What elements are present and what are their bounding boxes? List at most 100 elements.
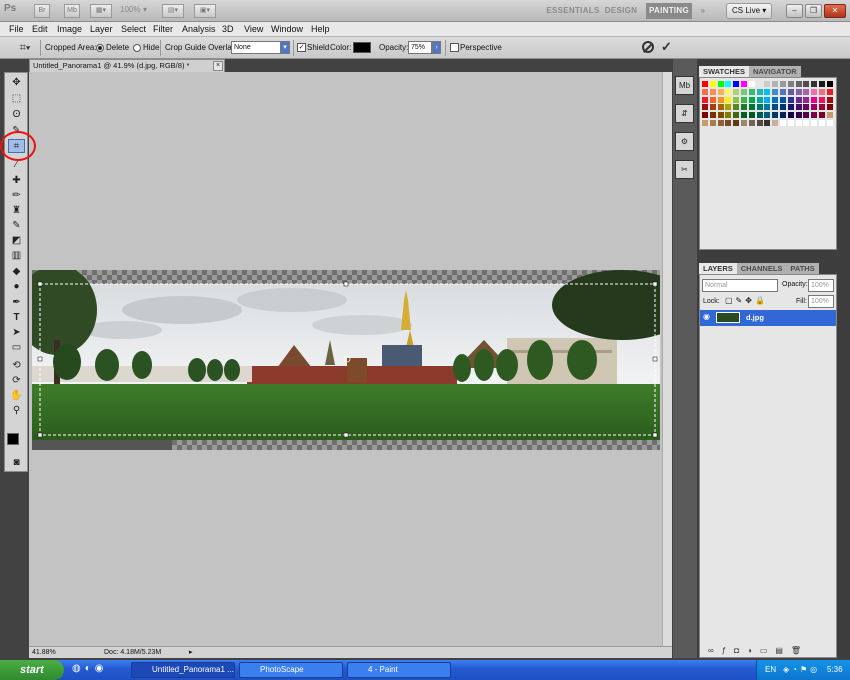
menu-filter[interactable]: Filter xyxy=(153,23,173,36)
color-swatch[interactable] xyxy=(725,112,732,119)
workspace-painting[interactable]: PAINTING xyxy=(646,3,692,19)
color-swatch[interactable] xyxy=(709,120,716,126)
shield-color-swatch[interactable] xyxy=(353,42,371,53)
tab-paths[interactable]: PATHS xyxy=(786,263,819,274)
color-swatch[interactable] xyxy=(803,120,810,126)
language-indicator[interactable]: EN xyxy=(765,660,776,680)
color-swatch[interactable] xyxy=(787,112,794,119)
color-swatch[interactable] xyxy=(733,112,740,119)
workspace-design[interactable]: DESIGN xyxy=(604,3,638,19)
color-swatch[interactable] xyxy=(819,96,825,103)
quick-launch-icons[interactable]: ◍◐◉ xyxy=(72,663,108,674)
color-swatch[interactable] xyxy=(756,104,763,111)
clock[interactable]: 5:36 xyxy=(827,660,843,680)
history-panel-icon[interactable]: ⇵ xyxy=(675,104,694,123)
mini-bridge-button[interactable]: Mb xyxy=(64,4,80,18)
color-swatch[interactable] xyxy=(702,120,708,126)
type-tool-icon[interactable]: T xyxy=(8,311,25,325)
opacity-slider-icon[interactable]: › xyxy=(432,41,441,54)
color-swatch[interactable] xyxy=(795,81,802,87)
zoom-tool-icon[interactable]: ⚲ xyxy=(8,404,25,418)
color-swatch[interactable] xyxy=(717,112,724,119)
history-brush-tool-icon[interactable]: ✎ xyxy=(8,219,25,233)
mini-bridge-panel-icon[interactable]: Mb xyxy=(675,76,694,95)
task-photoshop[interactable]: Untitled_Panorama1 ... xyxy=(131,662,235,678)
color-swatch[interactable] xyxy=(709,88,716,95)
color-swatch[interactable] xyxy=(826,120,833,126)
tray-icons[interactable]: ◈◔⚑◎ xyxy=(783,660,820,680)
color-swatch[interactable] xyxy=(702,96,708,103)
quick-mask-icon[interactable]: ◙ xyxy=(8,456,25,470)
menu-help[interactable]: Help xyxy=(311,23,330,36)
blend-mode-select[interactable]: Normal xyxy=(702,279,778,292)
restore-button[interactable]: ❐ xyxy=(805,4,822,18)
color-swatch[interactable] xyxy=(780,120,786,126)
status-menu-icon[interactable]: ▸ xyxy=(189,647,193,658)
shield-checkbox[interactable]: ✓ xyxy=(297,43,306,52)
color-swatch[interactable] xyxy=(764,81,771,87)
color-swatch[interactable] xyxy=(725,120,732,126)
layer-opacity-input[interactable]: 100% xyxy=(808,279,834,292)
color-swatch[interactable] xyxy=(819,112,825,119)
minimize-button[interactable]: – xyxy=(786,4,803,18)
color-swatch[interactable] xyxy=(811,120,818,126)
color-swatch[interactable] xyxy=(748,120,755,126)
vertical-scrollbar[interactable] xyxy=(662,72,672,646)
view-extras-button[interactable]: ▦▾ xyxy=(90,4,112,18)
color-swatch[interactable] xyxy=(733,96,740,103)
color-swatch[interactable] xyxy=(795,88,802,95)
overlay-dropdown-icon[interactable]: ▾ xyxy=(280,41,290,54)
color-swatch[interactable] xyxy=(772,104,779,111)
zoom-level[interactable]: 100% xyxy=(120,5,140,14)
color-swatch[interactable] xyxy=(756,120,763,126)
color-swatch[interactable] xyxy=(741,96,747,103)
color-swatch[interactable] xyxy=(803,104,810,111)
color-swatch[interactable] xyxy=(803,96,810,103)
layer-row[interactable]: ◉ d.jpg xyxy=(700,310,836,326)
color-swatch[interactable] xyxy=(764,88,771,95)
color-swatch[interactable] xyxy=(725,81,732,87)
color-swatch[interactable] xyxy=(756,96,763,103)
color-swatch[interactable] xyxy=(772,112,779,119)
swatches-grid[interactable] xyxy=(699,77,837,250)
tool-presets-panel-icon[interactable]: ✂ xyxy=(675,160,694,179)
hide-radio[interactable] xyxy=(133,44,141,52)
color-swatch[interactable] xyxy=(819,104,825,111)
menu-3d[interactable]: 3D xyxy=(222,23,234,36)
color-swatch[interactable] xyxy=(733,88,740,95)
color-swatch[interactable] xyxy=(709,112,716,119)
delete-radio[interactable] xyxy=(96,44,104,52)
color-swatch[interactable] xyxy=(803,81,810,87)
color-swatch[interactable] xyxy=(741,88,747,95)
healing-brush-tool-icon[interactable]: ✚ xyxy=(8,174,25,188)
color-swatch[interactable] xyxy=(725,96,732,103)
color-swatch[interactable] xyxy=(811,104,818,111)
color-swatch[interactable] xyxy=(702,81,708,87)
menu-edit[interactable]: Edit xyxy=(32,23,48,36)
cs-live-button[interactable]: CS Live ▾ xyxy=(726,3,773,19)
move-tool-icon[interactable]: ✥ xyxy=(8,76,25,90)
color-swatch[interactable] xyxy=(741,104,747,111)
color-swatch[interactable] xyxy=(733,120,740,126)
3d-rotate-tool-icon[interactable]: ⟲ xyxy=(8,359,25,373)
color-swatch[interactable] xyxy=(780,81,786,87)
color-swatch[interactable] xyxy=(733,104,740,111)
color-swatch[interactable] xyxy=(772,96,779,103)
color-swatch[interactable] xyxy=(811,112,818,119)
color-swatch[interactable] xyxy=(819,81,825,87)
screen-mode-button[interactable]: ▣▾ xyxy=(194,4,216,18)
perspective-checkbox[interactable] xyxy=(450,43,459,52)
color-swatch[interactable] xyxy=(811,88,818,95)
color-swatch[interactable] xyxy=(764,104,771,111)
color-swatch[interactable] xyxy=(709,96,716,103)
tab-swatches[interactable]: SWATCHES xyxy=(699,66,749,77)
color-swatch[interactable] xyxy=(795,120,802,126)
menu-analysis[interactable]: Analysis xyxy=(182,23,216,36)
marquee-tool-icon[interactable]: ⬚ xyxy=(8,92,25,106)
tab-channels[interactable]: CHANNELS xyxy=(736,263,787,274)
color-swatch[interactable] xyxy=(748,104,755,111)
dodge-tool-icon[interactable]: ● xyxy=(8,280,25,294)
blur-tool-icon[interactable]: ◆ xyxy=(8,265,25,279)
tool-preset-picker[interactable]: ⌗▾ xyxy=(14,40,36,56)
color-swatch[interactable] xyxy=(756,88,763,95)
